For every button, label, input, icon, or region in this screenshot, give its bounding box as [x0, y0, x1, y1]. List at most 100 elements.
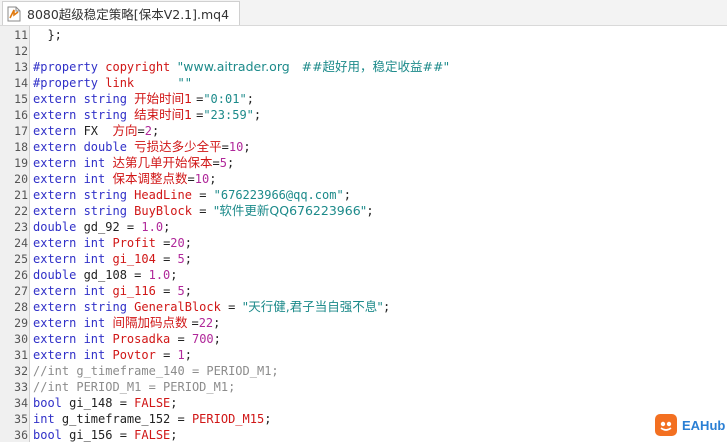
code-token: extern	[33, 124, 84, 138]
code-line: 11 };	[0, 27, 727, 43]
line-number: 29	[14, 316, 28, 330]
code-token: 亏损达多少全平	[134, 139, 222, 154]
tab-bar: 8080超级稳定策略[保本V2.1].mq4	[0, 0, 727, 26]
code-token: extern	[33, 172, 84, 186]
code-token: extern	[33, 108, 84, 122]
line-code: int g_timeframe_152 = PERIOD_M15;	[33, 411, 271, 427]
code-token: "23:59"	[203, 108, 254, 122]
line-number: 33	[14, 380, 28, 394]
code-token: "软件更新QQ676223966"	[213, 203, 367, 218]
line-code: extern FX 方向=2;	[33, 123, 159, 139]
code-token: Prosadka	[112, 332, 178, 346]
code-token: int	[83, 284, 113, 298]
code-token: #property	[33, 60, 106, 74]
code-token: PERIOD_M15	[191, 412, 265, 426]
code-token: 1.0	[141, 220, 164, 234]
code-token: ;	[366, 204, 374, 218]
code-line: 18 extern double 亏损达多少全平=10;	[0, 139, 727, 155]
code-token: extern	[33, 236, 84, 250]
code-line: 24 extern int Profit =20;	[0, 235, 727, 251]
code-token: #property	[33, 76, 106, 90]
code-token: extern	[33, 252, 84, 266]
code-token: gi_148 =	[69, 396, 135, 410]
line-number: 15	[14, 92, 28, 106]
line-number: 12	[14, 44, 28, 58]
code-token: string	[83, 108, 135, 122]
code-token: extern	[33, 348, 84, 362]
code-token: g_timeframe_152 =	[61, 412, 192, 426]
code-line: 23 double gd_92 = 1.0;	[0, 219, 727, 235]
code-editor[interactable]: 11 }; 12 13 #property copyright "www.aitrad…	[0, 26, 727, 442]
line-number: 21	[14, 188, 28, 202]
line-code: extern int Profit =20;	[33, 235, 192, 251]
code-token: BuyBlock	[134, 204, 200, 218]
line-number: 36	[14, 428, 28, 442]
code-line: 17 extern FX 方向=2;	[0, 123, 727, 139]
code-token: =	[199, 204, 214, 218]
code-token: 10	[228, 140, 244, 154]
code-token: double	[33, 220, 84, 234]
code-token: ;	[151, 124, 160, 138]
code-token: 1.0	[148, 268, 171, 282]
code-token: string	[83, 300, 135, 314]
line-code: double gd_108 = 1.0;	[33, 267, 178, 283]
mq4-file-icon	[7, 6, 21, 22]
line-number: 13	[14, 60, 28, 74]
tab-title: 8080超级稳定策略[保本V2.1].mq4	[27, 7, 230, 22]
code-token: bool	[33, 428, 70, 442]
line-code: extern string BuyBlock = "软件更新QQ67622396…	[33, 203, 374, 219]
code-token: GeneralBlock	[134, 300, 229, 314]
line-number: 34	[14, 396, 28, 410]
code-token: =	[228, 300, 243, 314]
code-line: 21 extern string HeadLine = "676223966@qq…	[0, 187, 727, 203]
code-token: 5	[177, 252, 185, 266]
code-token: double	[83, 140, 135, 154]
code-token: gi_104	[112, 252, 164, 266]
editor-tab[interactable]: 8080超级稳定策略[保本V2.1].mq4	[2, 1, 241, 25]
code-token: =	[163, 348, 178, 362]
code-token: 达第几单开始保本	[112, 155, 213, 170]
line-number: 16	[14, 108, 28, 122]
code-token: 方向	[112, 123, 138, 138]
code-token: HeadLine	[134, 188, 200, 202]
line-number: 11	[14, 28, 28, 42]
line-code: extern int 保本调整点数=10;	[33, 171, 216, 187]
code-token: Profit	[112, 236, 164, 250]
code-line: 28 extern string GeneralBlock = "天行健,君子当自…	[0, 299, 727, 315]
line-code: #property copyright "www.aitrader.org ##…	[33, 59, 449, 75]
line-code: extern int 达第几单开始保本=5;	[33, 155, 234, 171]
code-token: =	[177, 332, 192, 346]
line-code: };	[33, 27, 61, 43]
code-line: 33 //int PERIOD_M1 = PERIOD_M1;	[0, 379, 727, 395]
line-number: 17	[14, 124, 28, 138]
code-line: 27 extern int gi_116 = 5;	[0, 283, 727, 299]
code-token: =	[163, 284, 178, 298]
code-token: int	[83, 316, 113, 330]
code-token: 22	[198, 316, 214, 330]
line-number: 18	[14, 140, 28, 154]
code-token: ;	[184, 236, 192, 250]
code-line: 22 extern string BuyBlock = "软件更新QQ676223…	[0, 203, 727, 219]
code-token: ;	[343, 188, 351, 202]
code-token: int	[83, 252, 113, 266]
code-token: ;	[170, 268, 178, 282]
line-number: 24	[14, 236, 28, 250]
code-token: ;	[170, 396, 178, 410]
line-code: extern string 结束时间1 ="23:59";	[33, 107, 261, 123]
code-token: int	[83, 236, 113, 250]
code-token: 2	[144, 124, 152, 138]
code-token: =	[191, 316, 199, 330]
code-token: ;	[184, 348, 192, 362]
code-token: double	[33, 268, 84, 282]
code-line: 25 extern int gi_104 = 5;	[0, 251, 727, 267]
code-line: 31 extern int Povtor = 1;	[0, 347, 727, 363]
code-token: 间隔加码点数	[112, 315, 192, 330]
line-number: 23	[14, 220, 28, 234]
line-code: extern string 开始时间1 ="0:01";	[33, 91, 254, 107]
code-token: string	[83, 188, 135, 202]
code-token: ;	[383, 300, 391, 314]
code-token: 20	[170, 236, 185, 250]
code-token: int	[83, 172, 113, 186]
line-code: extern int gi_104 = 5;	[33, 251, 192, 267]
code-token: 开始时间1	[134, 91, 197, 106]
